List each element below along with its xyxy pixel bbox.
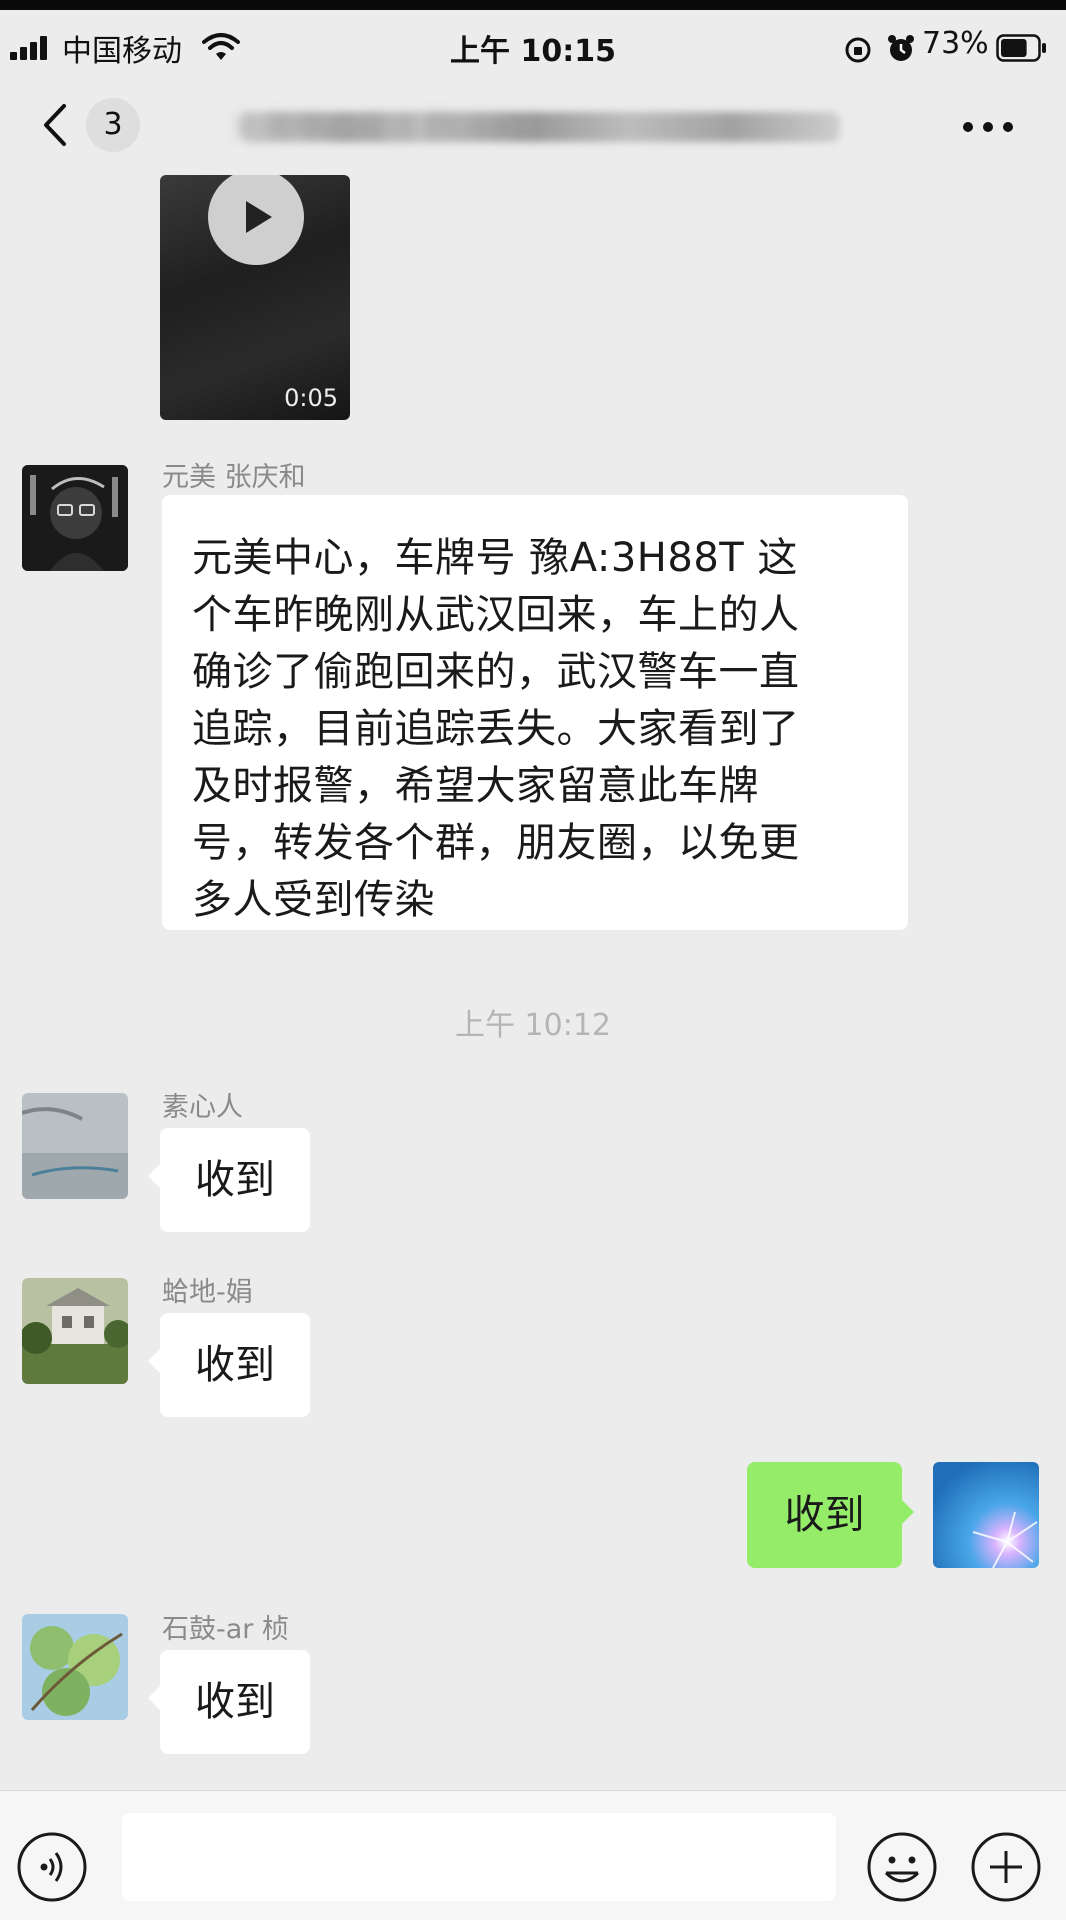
self-avatar[interactable]	[933, 1462, 1039, 1568]
sender-name: 素心人	[162, 1092, 243, 1123]
orientation-lock-icon	[844, 36, 872, 72]
message-line: 及时报警，希望大家留意此车牌	[192, 763, 759, 809]
back-chevron-icon[interactable]	[40, 102, 70, 152]
top-edge	[0, 0, 1066, 10]
emoji-icon[interactable]	[866, 1831, 938, 1907]
message-line: 确诊了偷跑回来的，武汉警车一直	[192, 649, 800, 695]
avatar[interactable]	[22, 465, 128, 571]
message-line: 个车昨晚刚从武汉回来，车上的人	[192, 592, 800, 638]
battery-icon	[996, 34, 1048, 70]
message-line: 多人受到传染	[192, 877, 435, 923]
chat-nav-bar: 3 元美中心业主群(446)	[0, 74, 1066, 174]
chat-timestamp: 上午 10:12	[455, 1008, 611, 1043]
status-bar: 中国移动 上午 10:15 73%	[0, 10, 1066, 74]
message-line: 追踪，目前追踪丢失。大家看到了	[192, 706, 800, 752]
message-bubble[interactable]: 元美中心，车牌号 豫A:3H88T 这 个车昨晚刚从武汉回来，车上的人 确诊了偷…	[162, 495, 908, 930]
play-icon	[208, 175, 304, 265]
avatar[interactable]	[22, 1278, 128, 1384]
more-dots-icon[interactable]	[962, 118, 1014, 137]
group-title[interactable]: 元美中心业主群(446)	[230, 102, 850, 148]
message-line: 号，转发各个群，朋友圈，以免更	[192, 820, 800, 866]
sender-name: 元美 张庆和	[162, 462, 306, 493]
sender-name: 蛤地-娟	[162, 1277, 253, 1308]
message-input[interactable]	[122, 1813, 836, 1901]
sender-name: 石鼓-ar 桢	[162, 1614, 289, 1645]
plus-icon[interactable]	[970, 1831, 1042, 1907]
message-bubble[interactable]: 收到	[148, 1313, 310, 1417]
self-message-bubble[interactable]: 收到	[747, 1462, 914, 1568]
group-title-text: 元美中心业主群(446)	[230, 108, 541, 146]
chat-input-bar	[0, 1790, 1066, 1920]
voice-icon[interactable]	[16, 1831, 88, 1907]
message-bubble[interactable]: 收到	[148, 1650, 310, 1754]
chat-screen: 中国移动 上午 10:15 73% 3 元美中心业主群(446) 0:05 元美…	[0, 0, 1066, 1920]
message-line: 元美中心，车牌号 豫A:3H88T 这	[192, 535, 798, 581]
video-message[interactable]: 0:05	[160, 175, 350, 420]
unread-count-badge[interactable]: 3	[86, 98, 140, 152]
avatar[interactable]	[22, 1614, 128, 1720]
alarm-clock-icon	[887, 34, 915, 72]
battery-percent: 73%	[922, 26, 989, 61]
message-bubble[interactable]: 收到	[148, 1128, 310, 1232]
video-duration: 0:05	[284, 384, 338, 412]
avatar[interactable]	[22, 1093, 128, 1199]
